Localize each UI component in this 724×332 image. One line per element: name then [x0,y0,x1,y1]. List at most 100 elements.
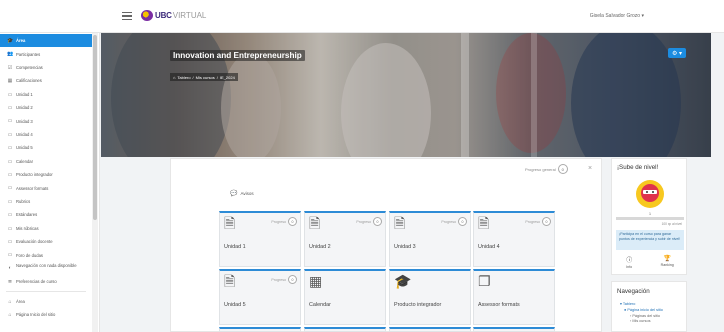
level-info-alert: ¡Participa en el curso para ganar puntos… [616,230,684,250]
course-section-tile[interactable]: 🗎 Progreso 0 Unidad 3 [389,211,471,267]
sidebar-item[interactable]: ▭ Calendar [0,155,92,168]
sidebar-item[interactable]: ▭ Unidad 1 [0,88,92,101]
folder-icon: ▭ [7,198,13,205]
tile-progress: Progreso 0 [441,217,467,226]
level-xp-text: 100 xp al nivel [661,222,682,226]
sidebar-item[interactable]: ▭ Foro de dudas [0,248,92,261]
tile-label: Unidad 5 [224,302,246,308]
nav-tree-item[interactable]: › Mis cursos [620,319,663,325]
overall-progress-label: Progreso general [525,166,556,172]
tile-progress: Progreso 0 [356,217,382,226]
moodle-course-page: UBC VIRTUAL Gisela Salvador Grozo ▾ 🎓 Áre… [0,0,724,332]
folder-icon: ▭ [7,252,13,259]
course-section-tile[interactable]: 🗎 Progreso 0 Unidad 2 [304,211,386,267]
sidebar-item[interactable]: ≣ Preferencias de curso [0,275,92,288]
close-icon[interactable]: × [588,165,592,172]
course-section-tile[interactable]: 🗎 Progreso 0 Unidad 4 [473,211,555,267]
sidebar-item-label: Estándares [16,212,38,218]
sidebar-item[interactable]: ▭ Evaluación docente [0,235,92,248]
sidebar-item[interactable]: 👥 Participantes [0,47,92,60]
level-info-link[interactable]: ⓘ Info [626,255,632,269]
sidebar-item[interactable]: 🎓 Área [0,34,92,48]
sidebar-item-label: Página Inicio del sitio [16,312,56,318]
sidebar-item[interactable]: ▭ Producto integrador [0,168,92,181]
course-settings-gear-button[interactable]: ⚙ ▾ [668,48,686,58]
mortarboard-icon: 🎓 [7,38,14,44]
folder-icon: ▭ [7,212,13,219]
navigation-block: Navegación ▾ Tablero ● Página inicio del… [611,281,687,332]
sidebar-item[interactable]: ▭ Estándares [0,208,92,221]
document-icon: 🗎 [309,215,321,231]
sidebar-item[interactable]: ▭ Unidad 5 [0,141,92,154]
level-info-link-label: Info [626,265,633,269]
tile-progress-label: Progreso [441,219,456,224]
course-sidebar: 🎓 Área 👥 Participantes ☑ Competencias ▦ Calific… [0,33,100,332]
gear-icon: ⚙ ▾ [671,50,683,57]
course-section-tile[interactable]: 🗎 Progreso 0 Unidad 1 [219,211,301,267]
home-icon: ⌂ [8,298,12,305]
sidebar-item[interactable]: ⌂ Área [0,295,92,308]
level-links: ⓘ Info 🏆 Ranking [612,255,688,269]
users-icon: 👥 [7,51,14,58]
tile-label: Assessor formats [478,302,520,308]
sidebar-scrollbar-thumb[interactable] [93,35,97,220]
sidebar-item-label: Assessor formats [16,185,49,191]
sidebar-item-label: Mis rúbricas [16,225,39,231]
course-section-tile[interactable] [389,327,471,332]
course-section-tile[interactable] [219,327,301,332]
tile-label: Unidad 4 [478,244,500,250]
sidebar-item-label: Unidad 4 [16,131,33,137]
course-section-tile[interactable] [304,327,386,332]
navigation-title: Navegación [617,288,650,295]
course-section-tile[interactable]: 🎓 Producto integrador [389,269,471,325]
folder-icon: ▭ [7,91,13,98]
sidebar-item-label: Rubrics [16,198,31,204]
folder-icon: ▭ [7,131,13,138]
level-number: 1 [649,212,651,216]
sidebar-item[interactable]: ▭ Rubrics [0,195,92,208]
sidebar-item[interactable]: ▦ Calificaciones [0,74,92,87]
tile-label: Producto integrador [394,302,442,308]
home-icon: ⌂ [8,312,12,318]
course-section-tile[interactable]: ▦ Calendar [304,269,386,325]
compass-icon: ◐ [8,264,12,271]
sidebar-item[interactable]: ▭ Unidad 3 [0,114,92,127]
folder-icon: ▭ [7,239,13,245]
copy-icon: ❐ [478,273,491,289]
sidebar-item[interactable]: ▭ Unidad 4 [0,128,92,141]
hamburger-menu-icon[interactable] [122,12,132,20]
site-logo[interactable]: UBC VIRTUAL [141,10,206,21]
sidebar-item-label: Unidad 1 [16,91,33,97]
sidebar-item-label: Calificaciones [16,78,42,84]
level-progress-bar [616,217,684,220]
tile-label: Unidad 1 [224,244,246,250]
sidebar-item[interactable]: ▭ Mis rúbricas [0,222,92,235]
user-menu[interactable]: Gisela Salvador Grozo ▾ [590,13,644,19]
sidebar-item[interactable]: ☑ Competencias [0,61,92,74]
info-icon: ⓘ [626,258,633,264]
level-ranking-link-label: Ranking [660,263,674,267]
level-up-title: ¡Sube de nivel! [617,164,659,171]
announcements-link[interactable]: 💬 Avisos [230,190,254,197]
breadcrumb-item[interactable]: Mis cursos [196,75,215,80]
course-section-tile[interactable] [473,327,555,332]
overall-progress: Progreso general 0 [525,164,568,174]
breadcrumb-item[interactable]: Tablero [177,75,190,80]
tile-progress-label: Progreso [271,277,286,282]
sidebar-item-label: Participantes [16,51,41,57]
sidebar-item[interactable]: ▭ Unidad 2 [0,101,92,114]
tile-label: Unidad 3 [394,244,416,250]
breadcrumb-item[interactable]: IE_2024 [220,75,235,80]
course-title: Innovation and Entrepreneurship [170,50,305,61]
level-ranking-link[interactable]: 🏆 Ranking [661,255,674,269]
graduation-cap-icon: 🎓 [394,273,412,289]
sidebar-item-label: Unidad 5 [16,145,33,151]
list-icon: ≣ [7,279,13,286]
course-section-tile[interactable]: ❐ Assessor formats [473,269,555,325]
sidebar-item[interactable]: ⌂ Página Inicio del sitio [0,308,92,321]
course-section-tile[interactable]: 🗎 Progreso 0 Unidad 5 [219,269,301,325]
folder-icon: ▭ [7,185,13,192]
tile-progress-label: Progreso [525,219,540,224]
tile-label: Calendar [309,302,331,308]
sidebar-item[interactable]: ▭ Assessor formats [0,181,92,194]
